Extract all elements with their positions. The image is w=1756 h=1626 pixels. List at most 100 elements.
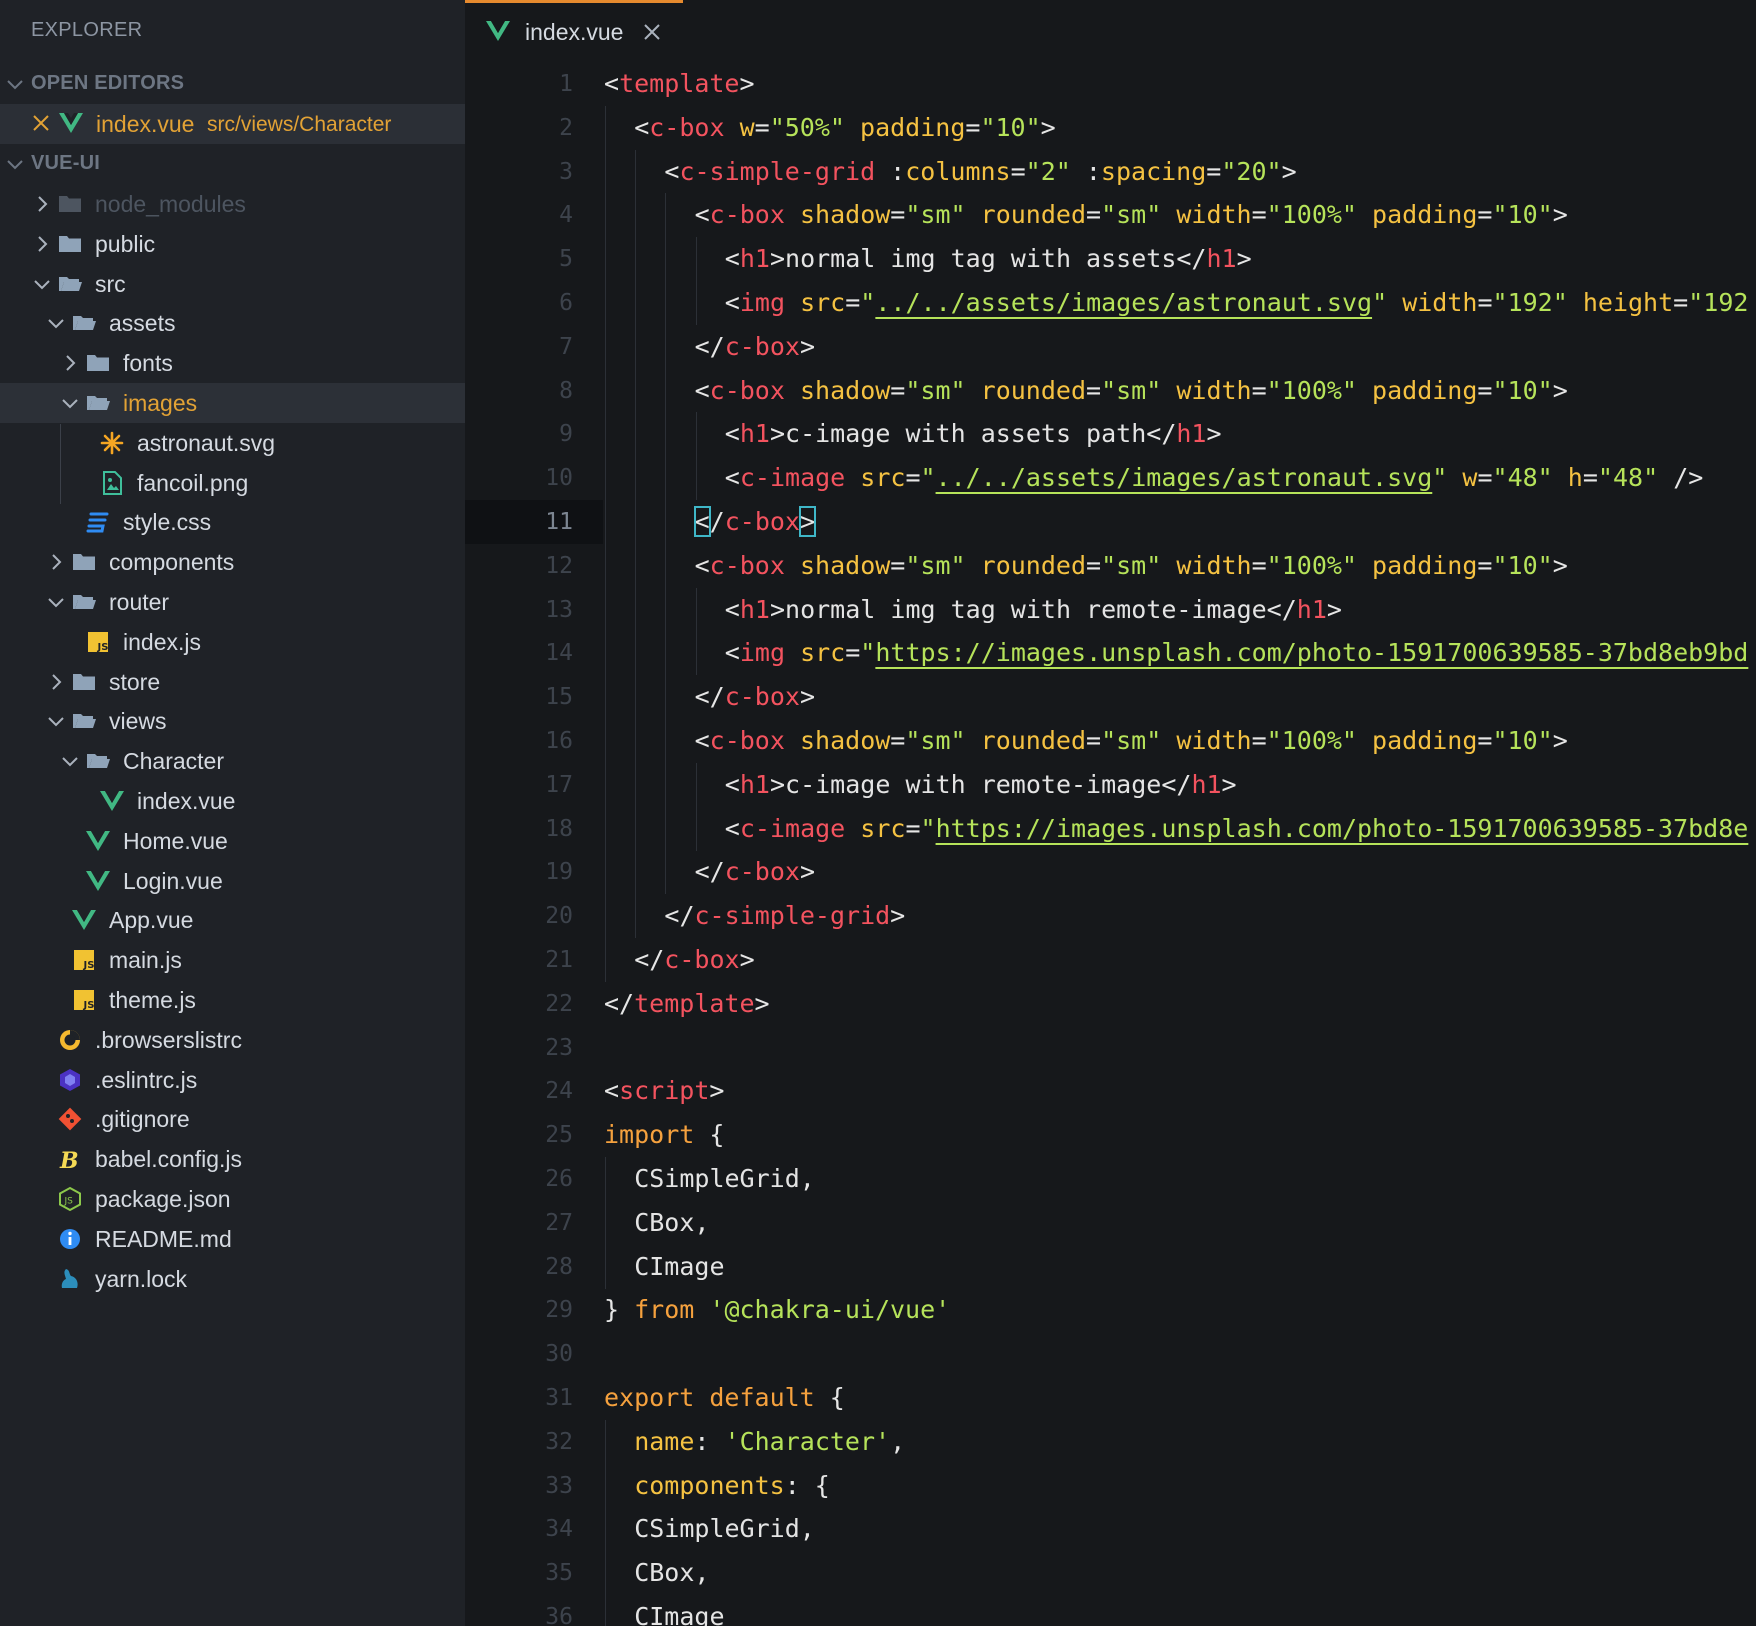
tree-file[interactable]: Login.vue: [0, 861, 465, 901]
indent-guide: [695, 456, 697, 501]
tab-index-vue[interactable]: index.vue: [465, 0, 683, 60]
code-line[interactable]: 15 </c-box>: [465, 675, 1756, 720]
tree-file[interactable]: JS index.js: [0, 622, 465, 662]
code-line[interactable]: 26 CSimpleGrid,: [465, 1157, 1756, 1201]
indent-guide: [635, 587, 637, 632]
tree-file[interactable]: JS main.js: [0, 940, 465, 980]
code-token: c-box: [709, 550, 785, 580]
code-token: =: [905, 463, 921, 493]
indent-guide: [605, 894, 606, 939]
code-line[interactable]: 10 <c-image src="../../assets/images/astr…: [465, 456, 1756, 501]
code-token: =: [890, 726, 906, 755]
chevron-down-icon: [48, 598, 64, 608]
code-token: padding: [1372, 550, 1478, 580]
code-line[interactable]: 18 <c-image src="https://images.unsplash.…: [465, 806, 1756, 851]
tree-file[interactable]: Home.vue: [0, 821, 465, 861]
tree-file[interactable]: .eslintrc.js: [0, 1060, 465, 1100]
code-line[interactable]: 11 </c-box>: [465, 500, 1756, 544]
tree-file[interactable]: .gitignore: [0, 1099, 465, 1139]
code-line[interactable]: 17 <h1>c-image with remote-image</h1>: [465, 762, 1756, 807]
tree-folder[interactable]: views: [0, 701, 465, 741]
tree-folder[interactable]: fonts: [0, 343, 465, 383]
indent-guide: [635, 237, 637, 282]
close-icon[interactable]: [31, 113, 51, 133]
tree-file[interactable]: README.md: [0, 1219, 465, 1259]
tree-folder[interactable]: images: [0, 383, 465, 423]
line-number: 29: [545, 1297, 573, 1324]
code-line[interactable]: 8 <c-box shadow="sm" rounded="sm" width="…: [465, 368, 1756, 413]
code-line[interactable]: 21 </c-box>: [465, 938, 1756, 982]
code-line[interactable]: 35 CBox,: [465, 1551, 1756, 1596]
code-line[interactable]: 2 <c-box w="50%" padding="10">: [465, 105, 1756, 150]
editor-pane[interactable]: index.vue 1 <template> 2 <c-box w="50%" pad…: [465, 0, 1756, 1626]
code-line[interactable]: 7 </c-box>: [465, 324, 1756, 369]
code-line[interactable]: 13 <h1>normal img tag with remote-image</…: [465, 587, 1756, 632]
tree-folder[interactable]: router: [0, 582, 465, 622]
line-number: 5: [559, 246, 573, 273]
code-token: =: [1251, 200, 1267, 230]
tree-folder[interactable]: Character: [0, 741, 465, 781]
code-line[interactable]: 3 <c-simple-grid :columns="2" :spacing="2…: [465, 149, 1756, 194]
tree-folder[interactable]: node_modules: [0, 184, 465, 224]
code-line[interactable]: 30: [465, 1332, 1756, 1376]
code-token: ../../assets/images/astronaut.svg: [935, 463, 1433, 493]
code-line[interactable]: 25 import {: [465, 1113, 1756, 1157]
line-number: 14: [545, 640, 573, 667]
code-line[interactable]: 12 <c-box shadow="sm" rounded="sm" width=…: [465, 543, 1756, 588]
code-token: =: [1477, 375, 1493, 405]
tree-folder[interactable]: public: [0, 224, 465, 264]
tree-file[interactable]: .browserslistrc: [0, 1020, 465, 1060]
code-token: CSimpleGrid: [634, 1164, 800, 1193]
tree-file[interactable]: JS theme.js: [0, 980, 465, 1020]
tree-folder[interactable]: components: [0, 542, 465, 582]
tree-file[interactable]: astronaut.svg: [0, 423, 465, 463]
code-line[interactable]: 31 export default {: [465, 1376, 1756, 1420]
tree-folder[interactable]: store: [0, 662, 465, 702]
tree-file[interactable]: style.css: [0, 502, 465, 542]
code-line[interactable]: 32 name: 'Character',: [465, 1419, 1756, 1464]
code-token: >: [1236, 244, 1252, 274]
code-line[interactable]: 5 <h1>normal img tag with assets</h1>: [465, 237, 1756, 282]
chevron-right-icon: [52, 554, 62, 570]
code-line[interactable]: 14 <img src="https://images.unsplash.com/…: [465, 631, 1756, 676]
code-line[interactable]: 9 <h1>c-image with assets path</h1>: [465, 412, 1756, 457]
code-token: width: [1176, 375, 1252, 405]
code-line[interactable]: 33 components: {: [465, 1463, 1756, 1508]
open-editor-item[interactable]: index.vue src/views/Character: [0, 104, 465, 144]
code-line[interactable]: 36 CImage: [465, 1595, 1756, 1626]
code-token: {: [814, 1383, 845, 1412]
code-line[interactable]: 6 <img src="../../assets/images/astronaut…: [465, 281, 1756, 325]
code-line[interactable]: 1 <template>: [465, 62, 1756, 106]
code-token: "50%": [769, 112, 845, 142]
close-icon[interactable]: [643, 23, 661, 41]
tree-file[interactable]: Bbabel.config.js: [0, 1139, 465, 1179]
tree-folder[interactable]: assets: [0, 303, 465, 343]
tree-file[interactable]: JS package.json: [0, 1179, 465, 1219]
code-line[interactable]: 23: [465, 1026, 1756, 1070]
code-line[interactable]: 4 <c-box shadow="sm" rounded="sm" width="…: [465, 193, 1756, 238]
project-header[interactable]: VUE-UI: [0, 148, 465, 180]
code-line[interactable]: 29} from '@chakra-ui/vue': [465, 1288, 1756, 1332]
code-line[interactable]: 19 </c-box>: [465, 850, 1756, 895]
line-number: 30: [545, 1341, 573, 1368]
code-line[interactable]: 20 </c-simple-grid>: [465, 894, 1756, 939]
line-number: 32: [545, 1428, 573, 1455]
tree-file[interactable]: index.vue: [0, 781, 465, 821]
code-line[interactable]: 27 CBox,: [465, 1200, 1756, 1245]
code-token: h1: [1296, 594, 1327, 624]
code-line[interactable]: 34 CSimpleGrid,: [465, 1507, 1756, 1552]
tree-file[interactable]: yarn.lock: [0, 1259, 465, 1299]
tree-file[interactable]: fancoil.png: [0, 463, 465, 503]
tree-file[interactable]: App.vue: [0, 900, 465, 940]
tree-folder[interactable]: src: [0, 264, 465, 304]
code-line[interactable]: 16 <c-box shadow="sm" rounded="sm" width=…: [465, 719, 1756, 763]
indent-guide: [635, 850, 637, 895]
open-editors-header[interactable]: OPEN EDITORS: [0, 68, 465, 100]
code-line[interactable]: 24 <script>: [465, 1069, 1756, 1113]
code-token: </: [604, 988, 635, 1018]
code-line[interactable]: 22 </template>: [465, 982, 1756, 1026]
code-line[interactable]: 28 CImage: [465, 1244, 1756, 1289]
folder-open-icon: [59, 276, 82, 291]
